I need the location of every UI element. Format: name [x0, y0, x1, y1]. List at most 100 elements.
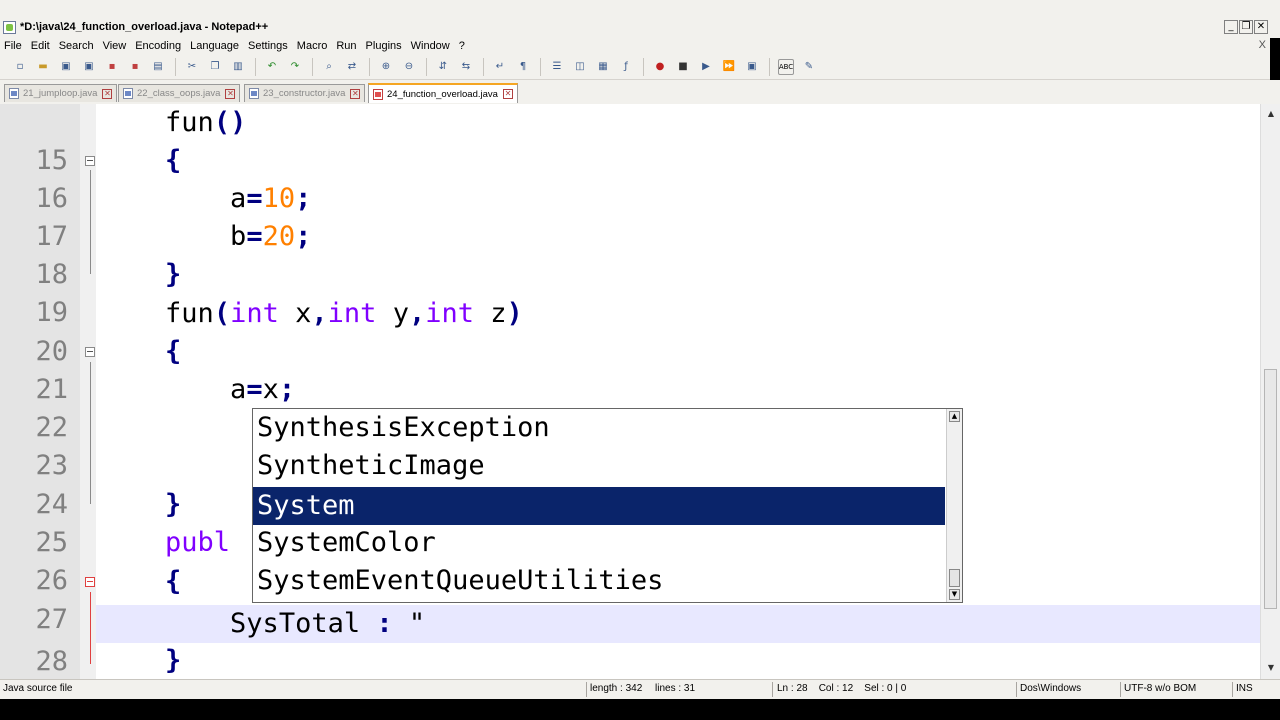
- tab-21-jumploop[interactable]: 21_jumploop.java ✕: [4, 84, 118, 102]
- code-line[interactable]: 22 a=x;: [0, 371, 1260, 443]
- spell-check-icon[interactable]: ABC: [778, 58, 794, 75]
- autocomplete-item[interactable]: SyntheticImage: [253, 447, 945, 485]
- code-text: fun(): [165, 107, 247, 138]
- toolbar: ▫ ▬ ▣ ▣ ▪ ▪ ▤ ✂ ❐ ▥ ↶ ↷ ⌕ ⇄ ⊕ ⊖ ⇵ ⇆ ↵ ¶ …: [0, 54, 1270, 80]
- menu-bar: File Edit Search View Encoding Language …: [0, 38, 1270, 54]
- show-all-chars-icon[interactable]: ¶: [515, 59, 531, 75]
- play-macro-icon[interactable]: ▶: [698, 59, 714, 75]
- tab-label: 21_jumploop.java: [23, 88, 98, 99]
- autocomplete-item[interactable]: SystemColor: [253, 524, 945, 562]
- file-icon: [123, 88, 133, 99]
- autocomplete-item[interactable]: SystemEventQueueUtilities: [253, 562, 945, 600]
- code-text: }: [165, 259, 182, 290]
- stop-macro-icon[interactable]: ■: [675, 59, 691, 75]
- menu-help[interactable]: ?: [459, 40, 465, 52]
- close-tab-icon[interactable]: ✕: [225, 88, 236, 99]
- menu-plugins[interactable]: Plugins: [366, 40, 402, 52]
- minimize-button[interactable]: _: [1224, 20, 1238, 34]
- replace-icon[interactable]: ⇄: [344, 59, 360, 75]
- zoom-in-icon[interactable]: ⊕: [378, 59, 394, 75]
- zoom-out-icon[interactable]: ⊖: [401, 59, 417, 75]
- window-controls: _ ❐ ✕: [1224, 20, 1268, 34]
- scroll-down-icon[interactable]: ▼: [949, 589, 960, 600]
- code-line-current[interactable]: 28 SysTotal : ": [0, 605, 1260, 677]
- close-all-icon[interactable]: ▪: [127, 59, 143, 75]
- scroll-down-icon[interactable]: ▼: [1265, 662, 1277, 674]
- cut-icon[interactable]: ✂: [184, 59, 200, 75]
- doc-map-icon[interactable]: ▦: [595, 59, 611, 75]
- editor-scrollbar[interactable]: ▲ ▼: [1260, 104, 1280, 679]
- menu-language[interactable]: Language: [190, 40, 239, 52]
- function-list-icon[interactable]: ƒ: [618, 59, 634, 75]
- close-button[interactable]: ✕: [1254, 20, 1268, 34]
- record-macro-icon[interactable]: ●: [652, 59, 668, 75]
- save-icon[interactable]: ▣: [58, 59, 74, 75]
- menu-encoding[interactable]: Encoding: [135, 40, 181, 52]
- sync-vertical-icon[interactable]: ⇵: [435, 59, 451, 75]
- code-line[interactable]: 16 {: [0, 142, 1260, 214]
- fold-toggle[interactable]: [85, 347, 95, 357]
- menu-view[interactable]: View: [103, 40, 127, 52]
- autocomplete-scrollbar[interactable]: ▲ ▼: [946, 409, 962, 602]
- code-line[interactable]: 15 fun(): [0, 104, 1260, 176]
- unsaved-file-icon: [373, 88, 383, 100]
- scroll-thumb[interactable]: [949, 569, 960, 587]
- tab-24-function-overload[interactable]: 24_function_overload.java ✕: [368, 83, 518, 103]
- sync-horizontal-icon[interactable]: ⇆: [458, 59, 474, 75]
- code-text: a=x;: [230, 374, 296, 405]
- code-line[interactable]: 18 b=20;: [0, 218, 1260, 290]
- code-line[interactable]: 17 a=10;: [0, 180, 1260, 252]
- title-bar: *D:\java\24_function_overload.java - Not…: [0, 0, 1280, 38]
- scroll-up-icon[interactable]: ▲: [1265, 108, 1277, 120]
- status-lines: lines : 31: [655, 683, 696, 694]
- run-macro-multiple-icon[interactable]: ⏩: [721, 59, 737, 75]
- tab-bar: 21_jumploop.java ✕ 22_class_oops.java ✕ …: [0, 80, 1280, 104]
- code-line[interactable]: 20 fun(int x,int y,int z): [0, 295, 1260, 367]
- redo-icon[interactable]: ↷: [287, 59, 303, 75]
- close-tab-icon[interactable]: ✕: [502, 89, 513, 99]
- tab-23-constructor[interactable]: 23_constructor.java ✕: [244, 84, 366, 102]
- autocomplete-item-selected[interactable]: System: [253, 487, 945, 525]
- code-line[interactable]: 19 }: [0, 256, 1260, 328]
- code-line[interactable]: 29 }: [0, 642, 1260, 679]
- user-lang-icon[interactable]: ◫: [572, 59, 588, 75]
- find-icon[interactable]: ⌕: [321, 59, 337, 75]
- scroll-up-icon[interactable]: ▲: [949, 411, 960, 422]
- close-tab-icon[interactable]: ✕: [350, 88, 361, 99]
- fold-toggle[interactable]: [85, 577, 95, 587]
- autocomplete-item[interactable]: SynthesisException: [253, 409, 945, 447]
- print-icon[interactable]: ▤: [150, 59, 166, 75]
- tab-22-class-oops[interactable]: 22_class_oops.java ✕: [118, 84, 241, 102]
- code-line[interactable]: 21 {: [0, 333, 1260, 405]
- menu-settings[interactable]: Settings: [248, 40, 288, 52]
- code-text: a=10;: [230, 183, 312, 214]
- menu-run[interactable]: Run: [336, 40, 356, 52]
- tab-label: 23_constructor.java: [263, 88, 346, 99]
- copy-icon[interactable]: ❐: [207, 59, 223, 75]
- close-document-button[interactable]: X: [1259, 39, 1266, 51]
- notepadpp-icon[interactable]: [3, 21, 16, 34]
- toolbar-separator: [255, 57, 256, 76]
- restore-button[interactable]: ❐: [1239, 20, 1253, 34]
- paste-icon[interactable]: ▥: [230, 59, 246, 75]
- black-border: [0, 699, 1280, 720]
- tab-label: 24_function_overload.java: [387, 88, 498, 100]
- new-file-icon[interactable]: ▫: [12, 59, 28, 75]
- undo-icon[interactable]: ↶: [264, 59, 280, 75]
- scroll-thumb[interactable]: [1264, 369, 1277, 609]
- word-wrap-icon[interactable]: ↵: [492, 59, 508, 75]
- fold-toggle[interactable]: [85, 156, 95, 166]
- save-all-icon[interactable]: ▣: [81, 59, 97, 75]
- indent-guide-icon[interactable]: ☰: [549, 59, 565, 75]
- close-file-icon[interactable]: ▪: [104, 59, 120, 75]
- menu-macro[interactable]: Macro: [297, 40, 328, 52]
- menu-file[interactable]: File: [4, 40, 22, 52]
- menu-search[interactable]: Search: [59, 40, 94, 52]
- menu-edit[interactable]: Edit: [31, 40, 50, 52]
- save-macro-icon[interactable]: ▣: [744, 59, 760, 75]
- close-tab-icon[interactable]: ✕: [102, 88, 113, 99]
- status-eol: Dos\Windows: [1020, 683, 1082, 694]
- auto-spell-icon[interactable]: ✎: [801, 59, 817, 75]
- open-file-icon[interactable]: ▬: [35, 59, 51, 75]
- menu-window[interactable]: Window: [411, 40, 450, 52]
